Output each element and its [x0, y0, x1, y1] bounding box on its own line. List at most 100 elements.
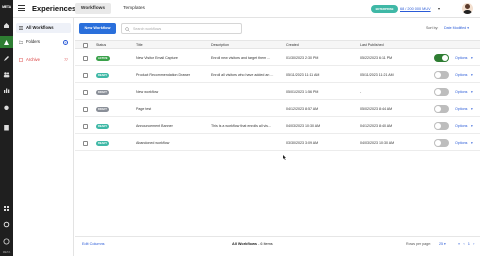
pagination[interactable]: « ‹ 1 › » — [458, 237, 480, 256]
enable-toggle[interactable] — [434, 88, 449, 96]
row-created: 03/30/2023 3:09 AM — [286, 141, 319, 145]
row-title[interactable]: Abandoned workflow — [136, 135, 208, 151]
status-badge: READY — [96, 72, 110, 78]
bug-icon[interactable] — [3, 104, 10, 111]
row-created: 04/12/2023 8:57 AM — [286, 107, 319, 111]
column-header-status[interactable]: Status — [96, 41, 106, 50]
row-last-published: 04/03/2023 10:30 AM — [360, 141, 395, 145]
enable-toggle[interactable] — [434, 122, 449, 130]
sidebar-item-label: Folders — [26, 39, 40, 44]
home-icon[interactable] — [3, 22, 10, 29]
chevron-down-icon[interactable]: ▾ — [471, 135, 473, 151]
row-created: 05/11/2023 11:11 AM — [286, 73, 320, 77]
table-row[interactable]: READY Product Recommendation Drawer Enroll… — [75, 67, 480, 83]
options-menu[interactable]: Options — [455, 101, 467, 117]
options-menu[interactable]: Options — [455, 67, 467, 83]
row-checkbox[interactable] — [83, 89, 88, 95]
table-row[interactable]: DRAFT Page test 04/12/2023 8:57 AM 05/02/20… — [75, 101, 480, 117]
item-count: All Workflows - 6 items — [232, 237, 273, 251]
row-title[interactable]: New Visitor Email Capture — [136, 50, 208, 66]
user-avatar[interactable] — [462, 3, 473, 14]
edit-icon[interactable] — [3, 55, 10, 62]
row-checkbox[interactable] — [83, 123, 88, 129]
row-checkbox[interactable] — [83, 140, 88, 146]
row-checkbox[interactable] — [83, 72, 88, 78]
hamburger-menu-icon[interactable] — [18, 5, 25, 12]
sidebar-item-all-workflows[interactable]: All Workflows — [16, 23, 71, 33]
edit-columns-link[interactable]: Edit Columns — [82, 237, 105, 251]
table-row[interactable]: READY Abandoned workflow 03/30/2023 3:09 A… — [75, 135, 480, 151]
options-menu[interactable]: Options — [455, 84, 467, 100]
row-title[interactable]: Product Recommendation Drawer — [136, 67, 208, 83]
rows-per-page-select[interactable]: 25 ▾ — [439, 237, 446, 251]
column-header-description[interactable]: Description — [211, 41, 229, 50]
usage-link[interactable]: 68 / 200 000 MUV — [400, 5, 431, 13]
row-created: 05/01/2023 1:56 PM — [286, 90, 319, 94]
row-checkbox[interactable] — [83, 106, 88, 112]
enable-toggle[interactable] — [434, 139, 449, 147]
chevron-down-icon[interactable]: ▾ — [438, 5, 440, 13]
users-icon[interactable] — [3, 71, 10, 78]
left-rail: META META — [0, 0, 13, 256]
row-last-published: 05/22/2023 6:11 PM — [360, 56, 393, 60]
table-row[interactable]: ACTIVE New Visitor Email Capture Enroll ne… — [75, 50, 480, 66]
rail-active-item[interactable] — [0, 36, 13, 48]
row-created: 01/30/2023 2:30 PM — [286, 56, 319, 60]
options-menu[interactable]: Options — [455, 135, 467, 151]
main-content: New Workflow Sort by: Date Modified ▾ St… — [75, 18, 480, 256]
row-last-published: 05/11/2023 11:21 AM — [360, 73, 394, 77]
column-header-last-published[interactable]: Last Published — [360, 41, 384, 50]
search-input[interactable] — [133, 25, 233, 33]
row-description: Enroll all visitors who have added an ..… — [211, 73, 274, 77]
column-header-title[interactable]: Title — [136, 41, 143, 50]
status-badge: ACTIVE — [96, 55, 110, 61]
add-folder-icon[interactable]: + — [63, 39, 68, 45]
options-menu[interactable]: Options — [455, 118, 467, 134]
enable-toggle[interactable] — [434, 105, 449, 113]
table-header: Status Title Description Created Last Pu… — [75, 40, 480, 49]
chart-icon[interactable] — [3, 87, 10, 94]
settings-icon[interactable] — [3, 221, 10, 228]
chevron-down-icon: ▾ — [467, 26, 469, 30]
options-menu[interactable]: Options — [455, 50, 467, 66]
sort-dropdown[interactable]: Date Modified ▾ — [444, 26, 469, 30]
row-checkbox[interactable] — [83, 55, 88, 61]
help-icon[interactable] — [3, 238, 10, 245]
brand-logo[interactable]: META — [0, 2, 13, 12]
chevron-down-icon[interactable]: ▾ — [471, 67, 473, 83]
column-header-created[interactable]: Created — [286, 41, 299, 50]
row-title[interactable]: Announcement Banner — [136, 118, 208, 134]
status-badge: READY — [96, 140, 110, 146]
enable-toggle[interactable] — [434, 71, 449, 79]
building-icon[interactable] — [3, 124, 10, 131]
chevron-down-icon: ▾ — [444, 242, 446, 246]
workflow-icon — [4, 40, 9, 45]
table-row[interactable]: READY Announcement Banner This is a workfl… — [75, 118, 480, 134]
new-workflow-button[interactable]: New Workflow — [79, 23, 116, 34]
chevron-down-icon[interactable]: ▾ — [471, 50, 473, 66]
sidebar-item-archive[interactable]: Archive 77 — [16, 55, 71, 65]
rows-per-page-label: Rows per page: — [406, 242, 432, 246]
status-badge: DRAFT — [96, 106, 109, 112]
chevron-down-icon[interactable]: ▾ — [471, 84, 473, 100]
row-last-published: 04/12/2023 8:40 AM — [360, 124, 393, 128]
enable-toggle[interactable] — [434, 54, 449, 62]
sidebar-item-label: All Workflows — [26, 25, 54, 30]
row-title[interactable]: New workflow — [136, 84, 208, 100]
tab-workflows[interactable]: Workflows — [75, 3, 111, 14]
page-title: Experiences — [32, 4, 77, 13]
sidebar-item-folders[interactable]: Folders + — [16, 37, 71, 47]
table-footer: Edit Columns All Workflows - 6 items Row… — [75, 236, 480, 256]
archive-count: 77 — [64, 58, 68, 62]
table-row[interactable]: DRAFT New workflow 05/01/2023 1:56 PM - Opti… — [75, 84, 480, 100]
row-description: Enroll new visitors and target them ... — [211, 56, 271, 60]
chevron-down-icon[interactable]: ▾ — [471, 101, 473, 117]
row-title[interactable]: Page test — [136, 101, 208, 117]
tab-templates[interactable]: Templates — [116, 3, 152, 14]
chevron-down-icon[interactable]: ▾ — [471, 118, 473, 134]
row-description: This is a workflow that enrolls all vis.… — [211, 124, 271, 128]
select-all-checkbox[interactable] — [83, 42, 88, 48]
workflow-sidebar: All Workflows Folders + Archive 77 — [13, 18, 74, 256]
grid-icon[interactable] — [3, 205, 10, 212]
folder-icon — [19, 40, 23, 44]
